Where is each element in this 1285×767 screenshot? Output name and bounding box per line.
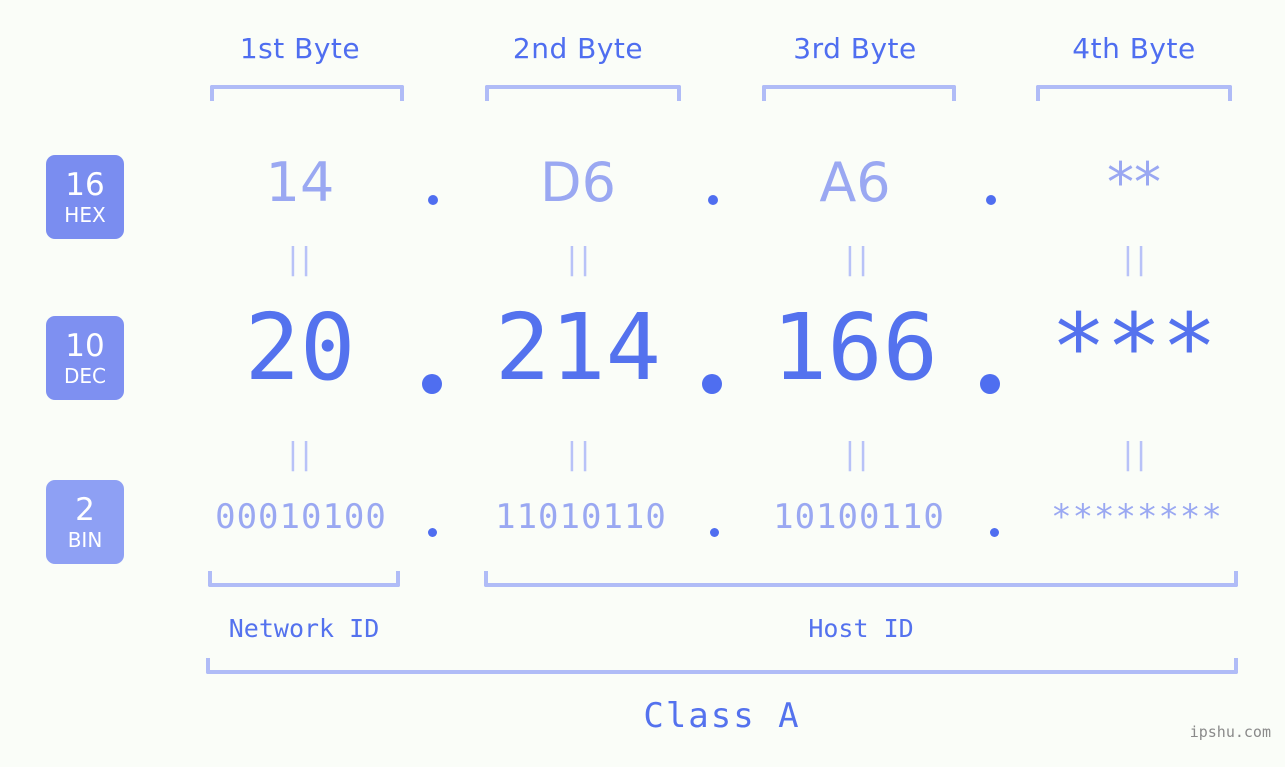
- equality-mark-dec-bin-1: ||: [287, 437, 315, 472]
- dec-byte-value-4: ***: [1050, 294, 1218, 401]
- dec-separator-dot-1: [422, 374, 442, 394]
- class-bracket: [206, 658, 1238, 674]
- equality-mark-hex-dec-3: ||: [844, 242, 872, 277]
- class-label: Class A: [643, 696, 801, 736]
- equality-mark-hex-dec-2: ||: [566, 242, 594, 277]
- hex-separator-dot-3: [986, 195, 996, 205]
- bin-byte-value-1: 00010100: [215, 497, 387, 537]
- byte-header-label-4: 4th Byte: [1072, 32, 1196, 65]
- network-id-label: Network ID: [228, 614, 380, 643]
- byte-header-label-3: 3rd Byte: [793, 32, 917, 65]
- dec-byte-value-1: 20: [244, 294, 356, 401]
- byte-bracket-top-1: [210, 85, 404, 101]
- bin-separator-dot-2: [710, 528, 719, 537]
- dec-byte-value-2: 214: [494, 294, 662, 401]
- radix-badge-hex-number: 16: [65, 166, 105, 203]
- radix-badge-bin: 2 BIN: [46, 480, 124, 564]
- bin-separator-dot-1: [428, 528, 437, 537]
- byte-bracket-top-2: [485, 85, 681, 101]
- hex-separator-dot-2: [708, 195, 718, 205]
- dec-separator-dot-2: [702, 374, 722, 394]
- radix-badge-dec-number: 10: [65, 327, 105, 364]
- dec-byte-value-3: 166: [771, 294, 939, 401]
- hex-byte-value-4: **: [1107, 151, 1161, 214]
- radix-badge-hex-name: HEX: [64, 202, 106, 227]
- radix-badge-dec-name: DEC: [63, 363, 106, 388]
- equality-mark-hex-dec-1: ||: [287, 242, 315, 277]
- host-id-label: Host ID: [808, 614, 914, 643]
- equality-mark-dec-bin-3: ||: [844, 437, 872, 472]
- site-watermark: ipshu.com: [1189, 723, 1271, 741]
- radix-badge-bin-name: BIN: [67, 527, 103, 552]
- hex-separator-dot-1: [428, 195, 438, 205]
- network-id-bracket: [208, 571, 400, 587]
- hex-byte-value-3: A6: [819, 151, 891, 214]
- byte-header-label-1: 1st Byte: [239, 32, 361, 65]
- byte-header-label-2: 2nd Byte: [512, 32, 644, 65]
- bin-byte-value-4: ********: [1051, 497, 1223, 537]
- equality-mark-dec-bin-4: ||: [1122, 437, 1150, 472]
- equality-mark-dec-bin-2: ||: [566, 437, 594, 472]
- equality-mark-hex-dec-4: ||: [1122, 242, 1150, 277]
- hex-byte-value-1: 14: [265, 151, 335, 214]
- bin-byte-value-2: 11010110: [495, 497, 667, 537]
- bin-separator-dot-3: [990, 528, 999, 537]
- dec-separator-dot-3: [980, 374, 1000, 394]
- ip-breakdown-diagram: 1st Byte 2nd Byte 3rd Byte 4th Byte 16 H…: [0, 0, 1285, 767]
- radix-badge-dec: 10 DEC: [46, 316, 124, 400]
- bin-byte-value-3: 10100110: [773, 497, 945, 537]
- byte-bracket-top-4: [1036, 85, 1232, 101]
- radix-badge-hex: 16 HEX: [46, 155, 124, 239]
- hex-byte-value-2: D6: [540, 151, 616, 214]
- byte-bracket-top-3: [762, 85, 956, 101]
- host-id-bracket: [484, 571, 1238, 587]
- radix-badge-bin-number: 2: [75, 491, 95, 528]
